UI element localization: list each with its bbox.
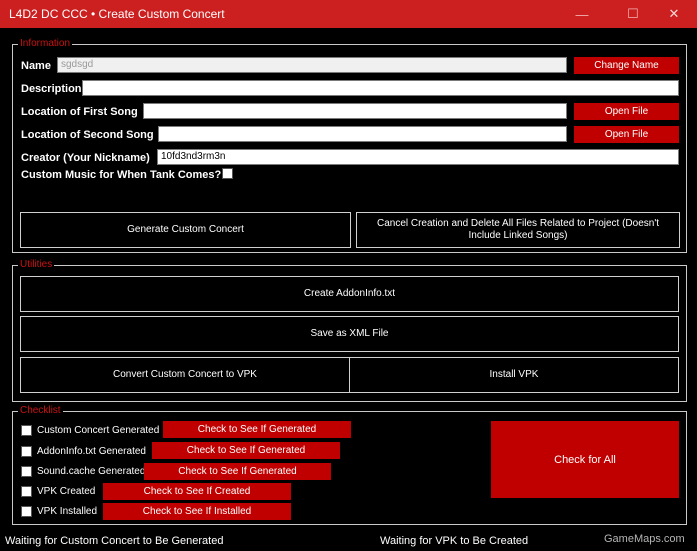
vpk-created-checkbox[interactable] (21, 486, 32, 497)
check-vpk-installed-button[interactable]: Check to See If Installed (103, 503, 291, 520)
custom-concert-generated-checkbox[interactable] (21, 425, 32, 436)
creator-field[interactable]: 10fd3nd3rm3n (157, 149, 679, 165)
close-button[interactable]: ✕ (651, 0, 697, 28)
information-group-label: Information (18, 37, 73, 51)
tank-music-label: Custom Music for When Tank Comes? (21, 169, 222, 181)
vpk-installed-checkbox[interactable] (21, 506, 32, 517)
watermark: GameMaps.com (604, 533, 685, 545)
sound-cache-generated-checkbox[interactable] (21, 466, 32, 477)
check-for-all-button[interactable]: Check for All (491, 421, 679, 498)
utilities-group-label: Utilities (18, 258, 55, 272)
addoninfo-generated-checkbox[interactable] (21, 446, 32, 457)
generate-custom-concert-button[interactable]: Generate Custom Concert (20, 212, 351, 248)
second-song-label: Location of Second Song (21, 129, 154, 141)
creator-label: Creator (Your Nickname) (21, 152, 150, 164)
open-file-second-song-button[interactable]: Open File (574, 126, 679, 143)
checklist-group-label: Checklist (18, 404, 63, 418)
window-title: L4D2 DC CCC • Create Custom Concert (9, 7, 225, 21)
addoninfo-generated-label: AddonInfo.txt Generated (37, 446, 146, 457)
check-addoninfo-button[interactable]: Check to See If Generated (152, 442, 340, 459)
description-label: Description (21, 83, 82, 95)
change-name-button[interactable]: Change Name (574, 57, 679, 74)
cancel-creation-button[interactable]: Cancel Creation and Delete All Files Rel… (356, 212, 680, 248)
tank-music-checkbox[interactable] (222, 168, 233, 179)
check-sound-cache-button[interactable]: Check to See If Generated (144, 463, 331, 480)
install-vpk-button[interactable]: Install VPK (349, 357, 679, 393)
open-file-first-song-button[interactable]: Open File (574, 103, 679, 120)
vpk-created-label: VPK Created (37, 486, 96, 497)
second-song-field[interactable] (158, 126, 567, 142)
name-label: Name (21, 60, 51, 72)
check-vpk-created-button[interactable]: Check to See If Created (103, 483, 291, 500)
vpk-installed-label: VPK Installed (37, 506, 98, 517)
save-xml-button[interactable]: Save as XML File (20, 316, 679, 352)
create-addoninfo-button[interactable]: Create AddonInfo.txt (20, 276, 679, 312)
status-right: Waiting for VPK to Be Created (380, 535, 529, 547)
first-song-field[interactable] (143, 103, 567, 119)
status-left: Waiting for Custom Concert to Be Generat… (5, 535, 224, 547)
maximize-button[interactable]: ☐ (610, 0, 656, 28)
convert-to-vpk-button[interactable]: Convert Custom Concert to VPK (20, 357, 350, 393)
title-bar[interactable]: L4D2 DC CCC • Create Custom Concert — ☐ … (0, 0, 697, 28)
custom-concert-generated-label: Custom Concert Generated (37, 425, 160, 436)
check-custom-concert-button[interactable]: Check to See If Generated (163, 421, 351, 438)
name-field[interactable]: sgdsgd (57, 57, 567, 73)
minimize-button[interactable]: — (559, 0, 605, 28)
description-field[interactable] (82, 80, 679, 96)
sound-cache-generated-label: Sound.cache Generated (37, 466, 146, 477)
first-song-label: Location of First Song (21, 106, 138, 118)
